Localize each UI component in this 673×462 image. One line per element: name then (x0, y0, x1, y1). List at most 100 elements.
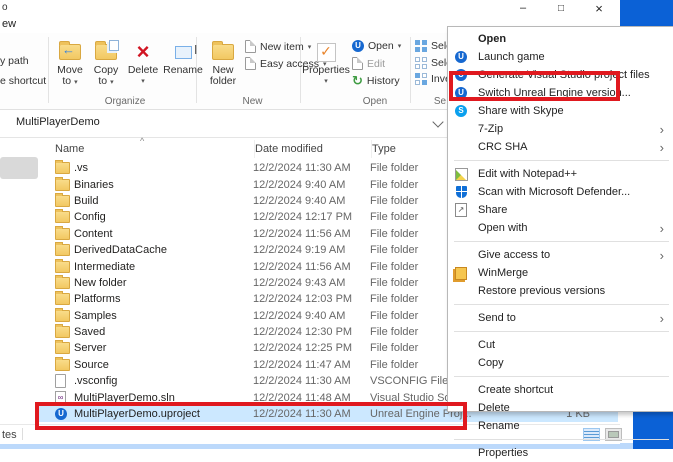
file-date-modified: 12/2/2024 9:40 AM (253, 179, 370, 191)
delete-button[interactable]: × Delete ▾ (126, 39, 160, 87)
menu-item-7-zip[interactable]: 7-Zip › (448, 120, 673, 138)
file-name: Platforms (74, 293, 253, 305)
file-icon (55, 244, 71, 256)
history-button[interactable]: ↻ History (352, 73, 400, 89)
menu-separator (454, 160, 669, 161)
file-name: Binaries (74, 179, 253, 191)
close-button[interactable]: × (584, 0, 614, 18)
file-icon (55, 277, 71, 289)
group-divider (48, 37, 49, 103)
edit-button[interactable]: Edit (352, 57, 385, 70)
folder-icon (55, 261, 70, 273)
file-name: Intermediate (74, 261, 253, 273)
properties-button[interactable]: ✓ Properties ▾ (305, 39, 347, 87)
select-none-icon (415, 57, 427, 69)
column-header-name[interactable]: Name (37, 140, 255, 158)
file-icon (55, 342, 71, 354)
move-to-button[interactable]: ← Move to ▾ (52, 39, 88, 88)
menu-item-restore-previous-versions[interactable]: Restore previous versions (448, 282, 673, 300)
tab-view-fragment[interactable]: ew (2, 18, 16, 30)
file-date-modified: 12/2/2024 11:56 AM (253, 228, 370, 240)
invert-selection-button[interactable]: Inve (415, 73, 451, 85)
menu-item-winmerge[interactable]: WinMerge (448, 264, 673, 282)
menu-item-label: WinMerge (478, 267, 528, 279)
menu-item-scan-with-microsoft-defender[interactable]: Scan with Microsoft Defender... (448, 183, 673, 201)
menu-item-label: Edit with Notepad++ (478, 168, 577, 180)
new-item-label: New item (260, 41, 304, 53)
menu-separator (454, 439, 669, 440)
file-date-modified: 12/2/2024 9:40 AM (253, 195, 370, 207)
file-icon (55, 359, 71, 371)
file-name: Saved (74, 326, 253, 338)
menu-item-share-with-skype[interactable]: S Share with Skype (448, 102, 673, 120)
new-folder-button[interactable]: New folder (203, 39, 243, 87)
notepadpp-icon (455, 168, 468, 181)
submenu-arrow-icon: › (660, 312, 664, 325)
new-item-button[interactable]: New item ▾ (245, 40, 311, 53)
column-header-date-modified[interactable]: Date modified (255, 140, 372, 158)
file-name: .vsconfig (74, 375, 253, 387)
unreal-open-icon: U (352, 40, 364, 52)
file-date-modified: 12/2/2024 11:30 AM (253, 375, 370, 387)
edit-label: Edit (367, 58, 385, 70)
rename-button[interactable]: Rename (160, 39, 206, 76)
file-name: New folder (74, 277, 253, 289)
file-icon (55, 211, 71, 223)
menu-separator (454, 376, 669, 377)
copy-to-label2: to ▾ (98, 76, 113, 88)
file-date-modified: 12/2/2024 12:03 PM (253, 293, 370, 305)
folder-icon (55, 244, 70, 256)
minimize-button[interactable]: – (508, 0, 538, 18)
file-date-modified: 12/2/2024 12:25 PM (253, 342, 370, 354)
menu-item-cut[interactable]: Cut (448, 336, 673, 354)
menu-item-share[interactable]: ↗ Share (448, 201, 673, 219)
menu-separator (454, 241, 669, 242)
sort-ascending-icon: ^ (140, 136, 144, 146)
copy-to-icon (95, 39, 117, 65)
move-to-icon: ← (59, 39, 81, 65)
title-bar: o – □ × (0, 0, 620, 18)
menu-item-open[interactable]: Open (448, 30, 673, 48)
menu-item-give-access-to[interactable]: Give access to › (448, 246, 673, 264)
menu-item-rename[interactable]: Rename (448, 417, 673, 435)
menu-item-create-shortcut[interactable]: Create shortcut (448, 381, 673, 399)
copy-path-label-fragment[interactable]: y path (0, 55, 29, 67)
file-date-modified: 12/2/2024 11:30 AM (253, 162, 370, 174)
menu-item-launch-game[interactable]: U Launch game (448, 48, 673, 66)
open-caret: ▾ (398, 42, 402, 50)
open-button[interactable]: U Open ▾ (352, 40, 401, 52)
submenu-arrow-icon: › (660, 222, 664, 235)
menu-item-label: Share (478, 204, 507, 216)
file-icon (55, 179, 71, 191)
folder-icon (55, 195, 70, 207)
nav-pane-item-blurred[interactable] (0, 157, 38, 179)
folder-icon (55, 228, 70, 240)
menu-item-edit-with-notepad[interactable]: Edit with Notepad++ (448, 165, 673, 183)
menu-item-open-with[interactable]: Open with › (448, 219, 673, 237)
share-icon: ↗ (455, 203, 467, 217)
copy-to-button[interactable]: Copy to ▾ (88, 39, 124, 88)
maximize-button[interactable]: □ (546, 0, 576, 18)
paste-shortcut-label-fragment[interactable]: e shortcut (0, 75, 46, 87)
menu-item-label: CRC SHA (478, 141, 528, 153)
menu-item-label: Restore previous versions (478, 285, 605, 297)
menu-item-properties[interactable]: Properties (448, 444, 673, 462)
rename-label: Rename (163, 65, 203, 76)
new-item-icon (245, 40, 256, 53)
annotation-switch-engine-version (449, 71, 620, 101)
breadcrumb-path[interactable]: MultiPlayerDemo (16, 116, 100, 128)
folder-icon (55, 293, 70, 305)
file-icon (55, 261, 71, 273)
menu-item-label: Copy (478, 357, 504, 369)
menu-item-delete[interactable]: Delete (448, 399, 673, 417)
menu-item-label: Send to (478, 312, 516, 324)
file-date-modified: 12/2/2024 9:43 AM (253, 277, 370, 289)
menu-item-send-to[interactable]: Send to › (448, 309, 673, 327)
folder-icon (55, 326, 70, 338)
menu-item-crc-sha[interactable]: CRC SHA › (448, 138, 673, 156)
menu-item-label: Open with (478, 222, 528, 234)
address-dropdown-chevron-icon[interactable] (432, 116, 443, 127)
menu-item-copy[interactable]: Copy (448, 354, 673, 372)
file-date-modified: 12/2/2024 9:19 AM (253, 244, 370, 256)
menu-item-icon (454, 186, 468, 198)
